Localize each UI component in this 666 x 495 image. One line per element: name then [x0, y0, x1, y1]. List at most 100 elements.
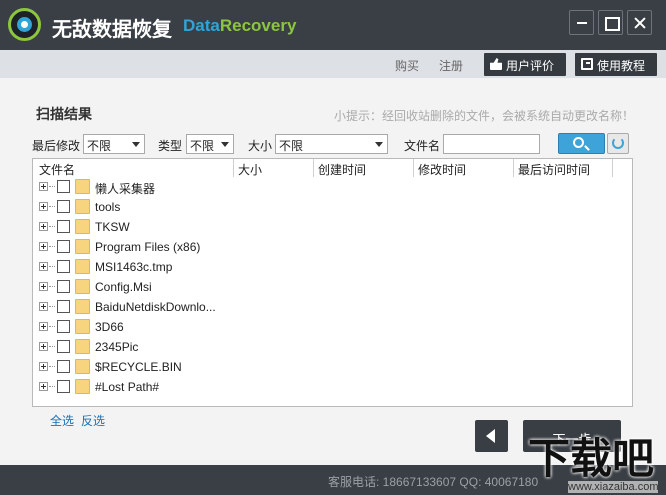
back-button[interactable]	[475, 420, 508, 452]
expand-icon[interactable]	[39, 322, 48, 331]
app-title: 无敌数据恢复	[52, 19, 172, 41]
row-checkbox[interactable]	[57, 180, 70, 193]
file-tree-table[interactable]: 文件名 大小 创建时间 修改时间 最后访问时间 懒人采集器 tools TKSW…	[32, 158, 633, 407]
app-logo-icon	[8, 8, 41, 41]
file-name: Program Files (x86)	[95, 240, 201, 254]
row-checkbox[interactable]	[57, 340, 70, 353]
expand-icon[interactable]	[39, 242, 48, 251]
app-title-english: DataRecovery	[183, 16, 297, 35]
file-name: Config.Msi	[95, 280, 152, 294]
expand-icon[interactable]	[39, 362, 48, 371]
maximize-button[interactable]	[598, 10, 623, 35]
book-icon	[581, 58, 593, 70]
size-label: 大小	[248, 139, 273, 153]
refresh-button[interactable]	[607, 133, 629, 154]
section-title: 扫描结果	[36, 106, 92, 122]
table-row[interactable]: 2345Pic	[33, 337, 632, 357]
watermark-logo: 下载吧	[528, 435, 655, 482]
column-header-accessed[interactable]: 最后访问时间	[518, 161, 590, 177]
file-name: #Lost Path#	[95, 380, 160, 394]
column-header-size[interactable]: 大小	[238, 161, 262, 177]
table-row[interactable]: Config.Msi	[33, 277, 632, 297]
watermark-url: www.xiazaiba.com	[568, 481, 659, 493]
folder-icon	[75, 359, 90, 374]
table-row[interactable]: 懒人采集器	[33, 177, 632, 197]
table-row[interactable]: BaiduNetdiskDownlo...	[33, 297, 632, 317]
folder-icon	[75, 239, 90, 254]
column-header-name[interactable]: 文件名	[39, 161, 75, 177]
expand-icon[interactable]	[39, 222, 48, 231]
table-row[interactable]: #Lost Path#	[33, 377, 632, 397]
chevron-down-icon	[132, 142, 140, 147]
tutorial-button[interactable]: 使用教程	[575, 53, 657, 76]
row-checkbox[interactable]	[57, 360, 70, 373]
modified-select[interactable]: 不限	[83, 134, 145, 154]
column-header-created[interactable]: 创建时间	[318, 161, 366, 177]
refresh-icon	[612, 137, 624, 149]
expand-icon[interactable]	[39, 262, 48, 271]
expand-icon[interactable]	[39, 182, 48, 191]
user-review-button[interactable]: 用户评价	[484, 53, 566, 76]
row-checkbox[interactable]	[57, 280, 70, 293]
table-row[interactable]: 3D66	[33, 317, 632, 337]
expand-icon[interactable]	[39, 382, 48, 391]
row-checkbox[interactable]	[57, 220, 70, 233]
folder-icon	[75, 339, 90, 354]
file-name: MSI1463c.tmp	[95, 260, 173, 274]
table-row[interactable]: Program Files (x86)	[33, 237, 632, 257]
size-select[interactable]: 不限	[275, 134, 388, 154]
tip-text: 小提示：经回收站删除的文件，会被系统自动更改名称！	[334, 109, 635, 123]
file-name: tools	[95, 200, 121, 214]
folder-icon	[75, 379, 90, 394]
folder-icon	[75, 299, 90, 314]
register-link[interactable]: 注册	[439, 57, 463, 74]
file-name: $RECYCLE.BIN	[95, 360, 182, 374]
watermark: 下载吧 www.xiazaiba.com	[528, 436, 666, 495]
search-icon	[573, 137, 584, 148]
invert-selection-link[interactable]: 反选	[81, 412, 105, 429]
contact-info: 客服电话: 18667133607 QQ: 40067180	[328, 475, 539, 489]
expand-icon[interactable]	[39, 302, 48, 311]
row-checkbox[interactable]	[57, 260, 70, 273]
row-checkbox[interactable]	[57, 380, 70, 393]
chevron-down-icon	[375, 142, 383, 147]
expand-icon[interactable]	[39, 282, 48, 291]
thumbs-up-icon	[490, 58, 502, 70]
buy-link[interactable]: 购买	[395, 57, 419, 74]
file-name: 懒人采集器	[95, 182, 156, 196]
file-name: TKSW	[95, 220, 130, 234]
table-row[interactable]: MSI1463c.tmp	[33, 257, 632, 277]
filename-input[interactable]	[443, 134, 540, 154]
sub-toolbar: 购买 注册 用户评价 使用教程	[0, 50, 666, 78]
row-checkbox[interactable]	[57, 320, 70, 333]
folder-icon	[75, 279, 90, 294]
type-label: 类型	[158, 139, 183, 153]
folder-icon	[75, 219, 90, 234]
row-checkbox[interactable]	[57, 240, 70, 253]
minimize-button[interactable]	[569, 10, 594, 35]
folder-icon	[75, 199, 90, 214]
title-bar: 无敌数据恢复 DataRecovery	[0, 0, 666, 50]
expand-icon[interactable]	[39, 202, 48, 211]
select-all-link[interactable]: 全选	[50, 412, 74, 429]
column-header-modified[interactable]: 修改时间	[418, 161, 466, 177]
filename-label: 文件名	[404, 139, 441, 153]
modified-label: 最后修改	[32, 139, 81, 153]
row-checkbox[interactable]	[57, 300, 70, 313]
file-name: BaiduNetdiskDownlo...	[95, 300, 216, 314]
table-row[interactable]: tools	[33, 197, 632, 217]
table-row[interactable]: $RECYCLE.BIN	[33, 357, 632, 377]
folder-icon	[75, 319, 90, 334]
folder-icon	[75, 179, 90, 194]
type-select[interactable]: 不限	[186, 134, 234, 154]
close-button[interactable]	[627, 10, 652, 35]
table-row[interactable]: TKSW	[33, 217, 632, 237]
chevron-down-icon	[221, 142, 229, 147]
search-button[interactable]	[558, 133, 605, 154]
file-name: 2345Pic	[95, 340, 139, 354]
file-name: 3D66	[95, 320, 124, 334]
expand-icon[interactable]	[39, 342, 48, 351]
folder-icon	[75, 259, 90, 274]
tutorial-label: 使用教程	[597, 59, 646, 73]
row-checkbox[interactable]	[57, 200, 70, 213]
